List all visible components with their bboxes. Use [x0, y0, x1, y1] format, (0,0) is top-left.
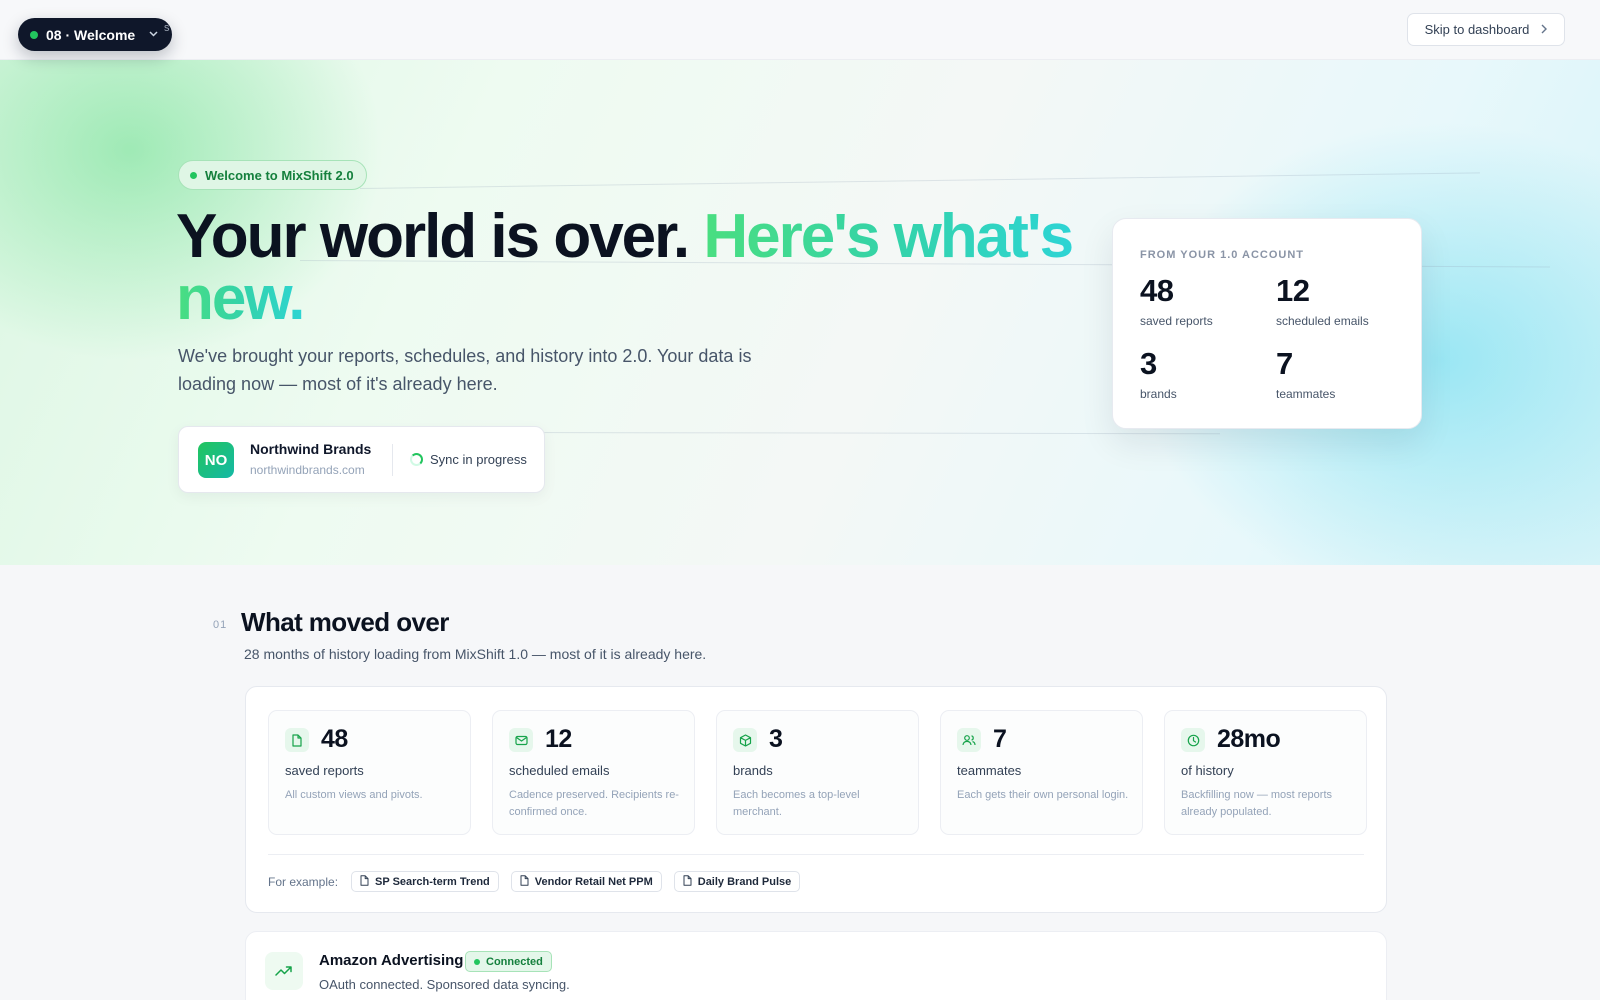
example-report-chip[interactable]: SP Search-term Trend [351, 871, 499, 892]
users-icon [957, 728, 981, 752]
integration-description: OAuth connected. Sponsored data syncing. [319, 977, 570, 992]
stat-card-history: 28mo of history Backfilling now — most r… [1164, 710, 1367, 835]
clock-icon [1181, 728, 1205, 752]
hero-title-dark: Your world is over. [176, 202, 690, 271]
file-icon [683, 874, 692, 889]
account-stat-label: saved reports [1140, 314, 1213, 328]
account-stat: 48 saved reports [1140, 273, 1213, 328]
welcome-badge-text: Welcome to MixShift 2.0 [205, 167, 354, 183]
hero-subtitle: We've brought your reports, schedules, a… [178, 346, 752, 394]
stat-description: Each gets their own personal login. [957, 789, 1129, 801]
stat-label: of history [1181, 763, 1234, 778]
account-stat-value: 3 [1140, 346, 1157, 381]
stat-card-scheduled-emails: 12 scheduled emails Cadence preserved. R… [492, 710, 695, 835]
stat-value: 3 [769, 725, 783, 753]
example-reports: For example: SP Search-term Trend Vendor… [268, 871, 801, 892]
panel-divider [268, 854, 1364, 855]
stat-description: Each becomes a top-level merchant. [733, 789, 860, 818]
stat-description: Cadence preserved. Recipients re-confirm… [509, 789, 679, 818]
trend-up-icon [265, 952, 303, 990]
stat-label: brands [733, 763, 773, 778]
account-stat-label: brands [1140, 387, 1177, 401]
example-report-chip[interactable]: Daily Brand Pulse [673, 871, 801, 892]
examples-label: For example: [268, 874, 339, 889]
step-selector[interactable]: 08 · Welcome [18, 18, 173, 51]
status-dot [30, 30, 38, 39]
chevron-right-icon [1541, 23, 1548, 37]
stat-card-list: 48 saved reports All custom views and pi… [268, 710, 1367, 835]
org-logo: NO [198, 442, 234, 478]
account-stat-value: 12 [1276, 273, 1310, 308]
stat-description: All custom views and pivots. [285, 789, 423, 801]
stat-value: 7 [993, 725, 1007, 753]
org-name: Northwind Brands [250, 441, 372, 457]
status-dot [474, 958, 480, 965]
example-report-name: Vendor Retail Net PPM [534, 875, 653, 888]
account-stat: 12 scheduled emails [1276, 273, 1369, 328]
stat-label: saved reports [285, 763, 364, 778]
chevron-down-icon [149, 29, 158, 40]
example-report-name: SP Search-term Trend [375, 875, 490, 888]
status-badge: Connected [465, 951, 552, 972]
account-stat-value: 7 [1276, 346, 1293, 381]
welcome-badge: Welcome to MixShift 2.0 [178, 160, 367, 190]
stat-value: 28mo [1217, 725, 1281, 753]
step-label: 08 · Welcome [46, 26, 136, 43]
file-icon [360, 874, 369, 889]
integration-card-amazon-advertising[interactable]: Amazon Advertising Connected OAuth conne… [245, 931, 1387, 1000]
organization-card: NO Northwind Brands northwindbrands.com … [178, 426, 545, 493]
hero-title: Your world is over. Here's what's new. [176, 206, 1096, 330]
stat-card-brands: 3 brands Each becomes a top-level mercha… [716, 710, 919, 835]
decorative-line [359, 172, 1480, 189]
stat-value: 48 [321, 725, 348, 753]
stat-card-saved-reports: 48 saved reports All custom views and pi… [268, 710, 471, 835]
stat-value: 12 [545, 725, 572, 753]
step-ghost-text: s [164, 22, 170, 34]
top-bar: 08 · Welcome s Skip to dashboard [0, 0, 1600, 60]
stat-label: teammates [957, 763, 1022, 778]
stat-label: scheduled emails [509, 763, 610, 778]
account-stat: 7 teammates [1276, 346, 1335, 401]
example-report-chip[interactable]: Vendor Retail Net PPM [510, 871, 662, 892]
stat-description: Backfilling now — most reports already p… [1181, 789, 1332, 818]
hero-title-accent: Here's what's [703, 202, 1074, 271]
sync-status: Sync in progress [410, 452, 527, 467]
moved-over-panel: 48 saved reports All custom views and pi… [245, 686, 1387, 913]
org-divider [392, 444, 393, 476]
account-stat-label: scheduled emails [1276, 314, 1369, 328]
stat-card-teammates: 7 teammates Each gets their own personal… [940, 710, 1143, 835]
account-stat: 3 brands [1140, 346, 1177, 401]
spinner-icon [410, 453, 423, 466]
section-subtitle: 28 months of history loading from MixShi… [244, 646, 707, 662]
account-stat-value: 48 [1140, 273, 1174, 308]
file-icon [520, 874, 529, 889]
badge-dot [190, 171, 197, 179]
org-domain: northwindbrands.com [250, 463, 365, 477]
mail-icon [509, 728, 533, 752]
sync-status-text: Sync in progress [430, 452, 527, 467]
skip-to-dashboard-button[interactable]: Skip to dashboard [1407, 13, 1565, 46]
section-title: What moved over [241, 607, 449, 637]
box-icon [733, 728, 757, 752]
skip-label: Skip to dashboard [1424, 22, 1530, 37]
hero-section: Welcome to MixShift 2.0 Your world is ov… [0, 60, 1600, 565]
example-report-name: Daily Brand Pulse [697, 875, 792, 888]
status-badge-text: Connected [486, 955, 543, 968]
account-summary-card: FROM YOUR 1.0 ACCOUNT 48 saved reports 1… [1112, 218, 1422, 429]
file-icon [285, 728, 309, 752]
decorative-line [519, 432, 1220, 435]
section-number: 01 [213, 619, 228, 631]
account-eyebrow: FROM YOUR 1.0 ACCOUNT [1140, 249, 1305, 261]
account-stat-label: teammates [1276, 387, 1336, 401]
integration-name: Amazon Advertising [319, 952, 464, 969]
hero-title-accent-line2: new. [176, 264, 306, 333]
